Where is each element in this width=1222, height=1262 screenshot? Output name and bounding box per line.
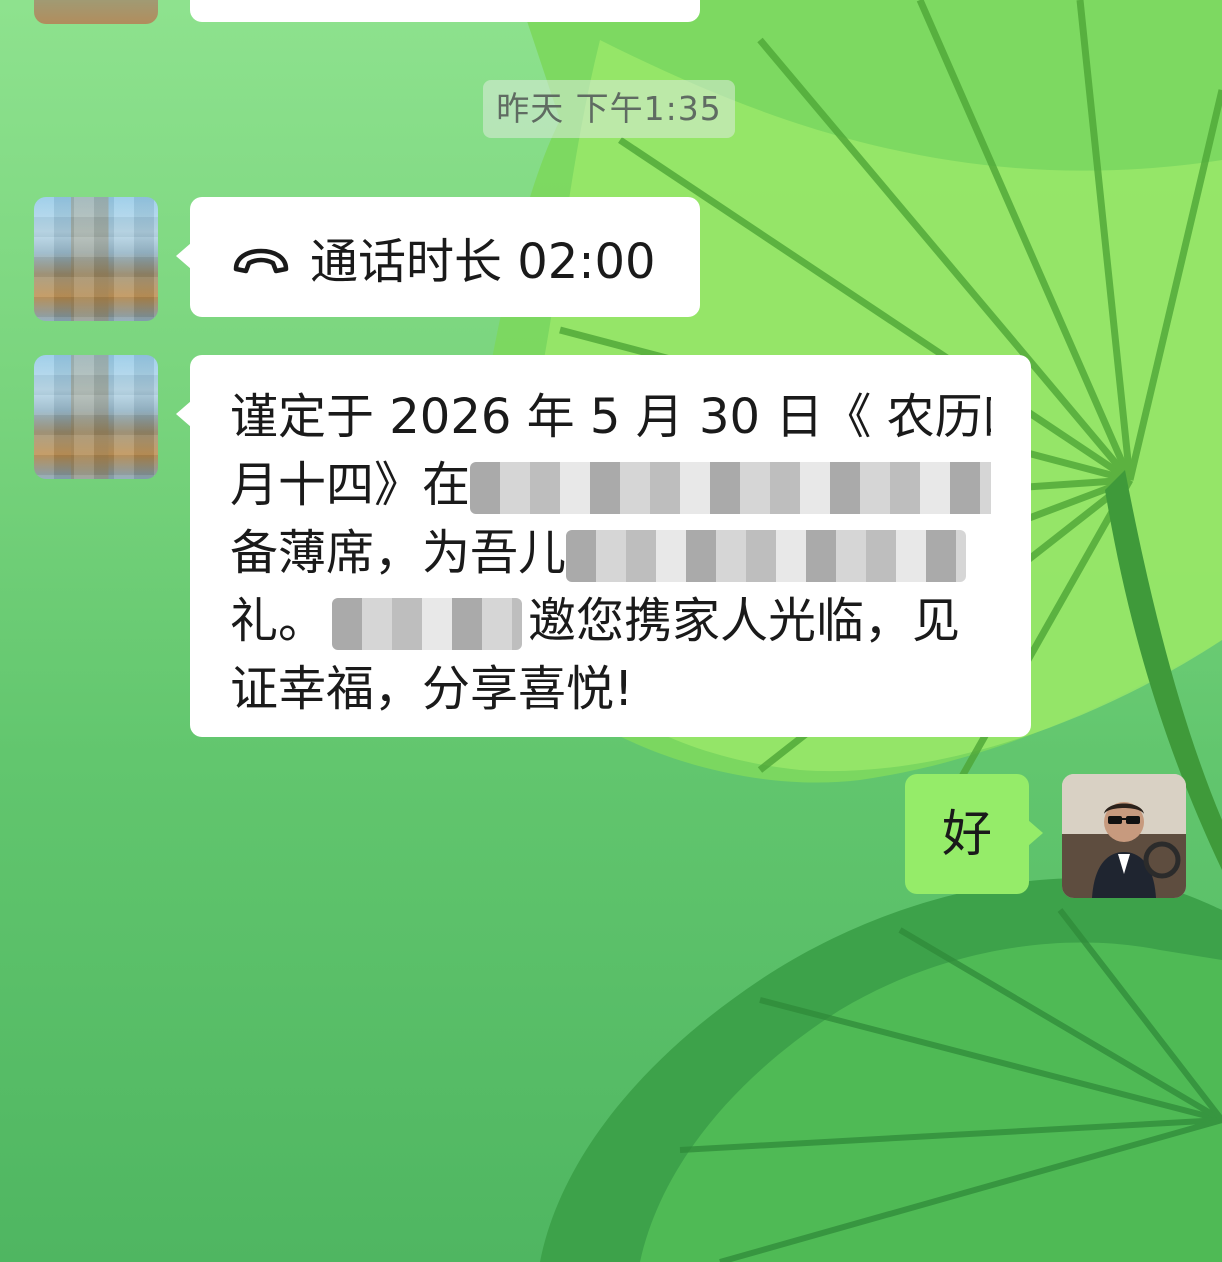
sender-avatar[interactable]: [34, 355, 158, 479]
own-avatar[interactable]: [1062, 774, 1186, 898]
sender-avatar[interactable]: [34, 197, 158, 321]
invitation-line-1: 谨定于 2026 年 5 月 30 日《 农历四: [230, 389, 991, 445]
invitation-message-bubble[interactable]: 谨定于 2026 年 5 月 30 日《 农历四 月十四》在 备薄席，为吾儿 礼…: [176, 355, 1031, 737]
call-duration-text: 通话时长 02:00: [310, 234, 656, 290]
invitation-line-3: 备薄席，为吾儿: [230, 519, 991, 587]
message-timestamp: 昨天 下午1:35: [483, 80, 735, 138]
call-record-bubble[interactable]: 通话时长 02:00: [176, 197, 700, 317]
mosaic-redaction: [470, 462, 991, 514]
invitation-line-5: 证幸福，分享喜悦!: [230, 661, 634, 717]
previous-sender-avatar[interactable]: [34, 0, 158, 24]
invitation-line-4: 礼。 邀您携家人光临，见: [230, 587, 991, 655]
man-in-car-avatar-image: [1062, 774, 1186, 898]
mosaic-redaction: [332, 598, 523, 650]
invitation-line-4-text: 礼。: [230, 593, 327, 649]
invitation-line-2: 月十四》在: [230, 451, 991, 519]
previous-message-bubble[interactable]: [190, 0, 700, 22]
mosaic-redaction: [566, 530, 967, 582]
phone-hangup-icon: [230, 237, 292, 277]
invitation-line-2-text: 月十四》在: [230, 457, 471, 513]
outgoing-message-bubble[interactable]: 好: [905, 774, 1043, 894]
invitation-line-4-text-end: 邀您携家人光临，见: [528, 593, 961, 649]
outgoing-message-text: 好: [942, 805, 992, 863]
invitation-line-3-text: 备薄席，为吾儿: [230, 525, 567, 581]
